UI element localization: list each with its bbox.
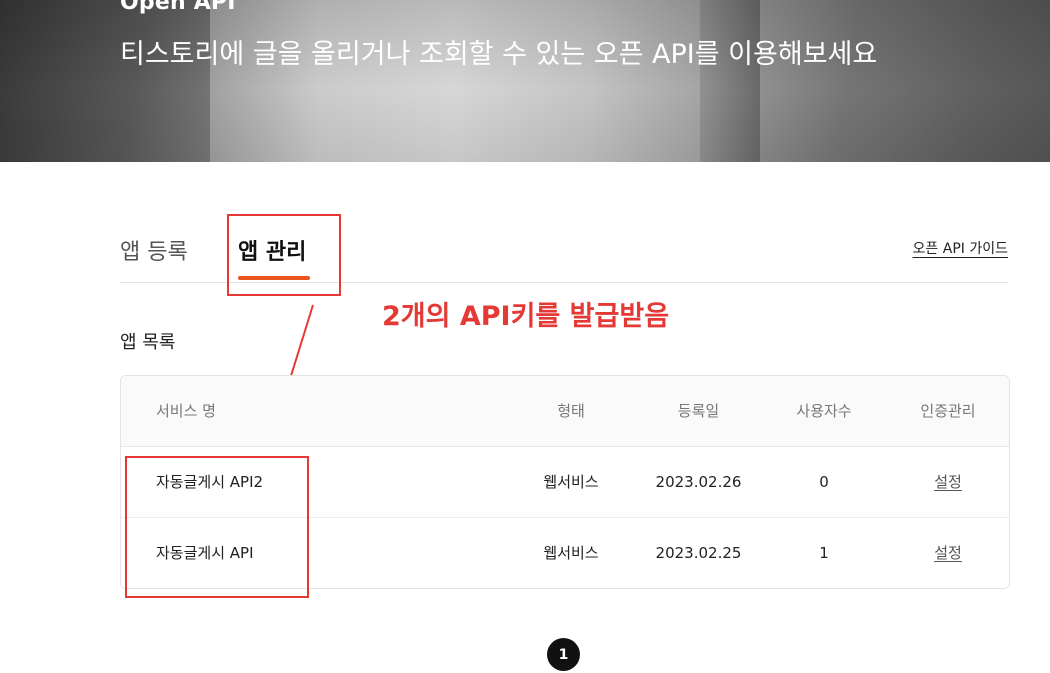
settings-link[interactable]: 설정 (934, 544, 962, 562)
user-count: 1 (819, 544, 829, 562)
header-registered-date: 등록일 (677, 402, 720, 420)
annotation-rows-highlight (125, 456, 309, 598)
pagination-page-1[interactable]: 1 (547, 638, 580, 671)
header-type: 형태 (557, 402, 585, 420)
registered-date: 2023.02.25 (655, 544, 742, 562)
header-auth-management: 인증관리 (920, 402, 976, 420)
service-type: 웹서비스 (543, 544, 599, 562)
user-count: 0 (819, 473, 829, 491)
table-header: 서비스 명 형태 등록일 사용자수 인증관리 (121, 376, 1009, 447)
service-type: 웹서비스 (543, 473, 599, 491)
header-service-name: 서비스 명 (156, 402, 216, 420)
app-list-title: 앱 목록 (120, 332, 176, 353)
settings-link[interactable]: 설정 (934, 473, 962, 491)
registered-date: 2023.02.26 (655, 473, 742, 491)
header-user-count: 사용자수 (796, 402, 852, 420)
